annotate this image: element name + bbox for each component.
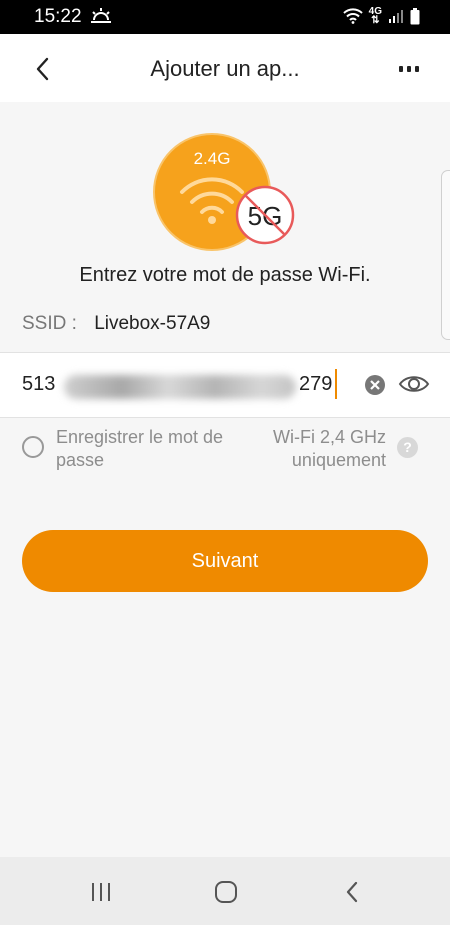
battery-icon (410, 7, 420, 24)
app-bar: Ajouter un ap... (0, 34, 450, 102)
help-icon[interactable]: ? (397, 437, 418, 458)
page-title: Ajouter un ap... (150, 56, 300, 81)
wifi-band-note: Wi-Fi 2,4 GHz uniquement (272, 427, 386, 470)
save-password-label[interactable]: Enregistrer le mot de passe (56, 426, 246, 472)
text-cursor (335, 369, 337, 399)
more-options-icon[interactable] (396, 60, 422, 78)
wifi-band-illustration: 2.4G 5G (153, 133, 295, 251)
side-scroll-indicator (441, 170, 450, 340)
no-5g-icon: 5G (235, 185, 295, 245)
ssid-value: Livebox-57A9 (94, 313, 211, 334)
password-blurred-region (64, 375, 296, 399)
next-button[interactable]: Suivant (22, 530, 428, 592)
password-field[interactable]: 513 279 (0, 352, 450, 418)
ssid-label: SSID : (22, 313, 77, 334)
status-time: 15:22 (34, 6, 82, 27)
back-arrow-icon[interactable] (30, 54, 56, 84)
password-visible-end: 279 (299, 373, 333, 395)
show-password-eye-icon[interactable] (398, 371, 430, 397)
clear-icon[interactable] (364, 374, 386, 396)
sunrise-icon (91, 8, 111, 23)
signal-icon (389, 10, 403, 23)
system-nav-bar (0, 857, 450, 925)
recent-apps-icon[interactable] (88, 879, 114, 905)
band-24-label: 2.4G (194, 149, 231, 168)
password-prompt: Entrez votre mot de passe Wi-Fi. (79, 264, 371, 286)
wifi-status-icon (342, 8, 363, 24)
save-password-radio[interactable] (22, 436, 44, 458)
status-bar: 15:22 4G ⇅ (0, 0, 450, 34)
ssid-row: SSID : Livebox-57A9 (22, 313, 210, 335)
password-visible-start: 513 (22, 373, 56, 395)
network-type: 4G ⇅ (368, 6, 382, 26)
system-back-icon[interactable] (340, 879, 366, 905)
home-icon[interactable] (213, 879, 239, 905)
password-options-row: Enregistrer le mot de passe Wi-Fi 2,4 GH… (0, 420, 450, 480)
